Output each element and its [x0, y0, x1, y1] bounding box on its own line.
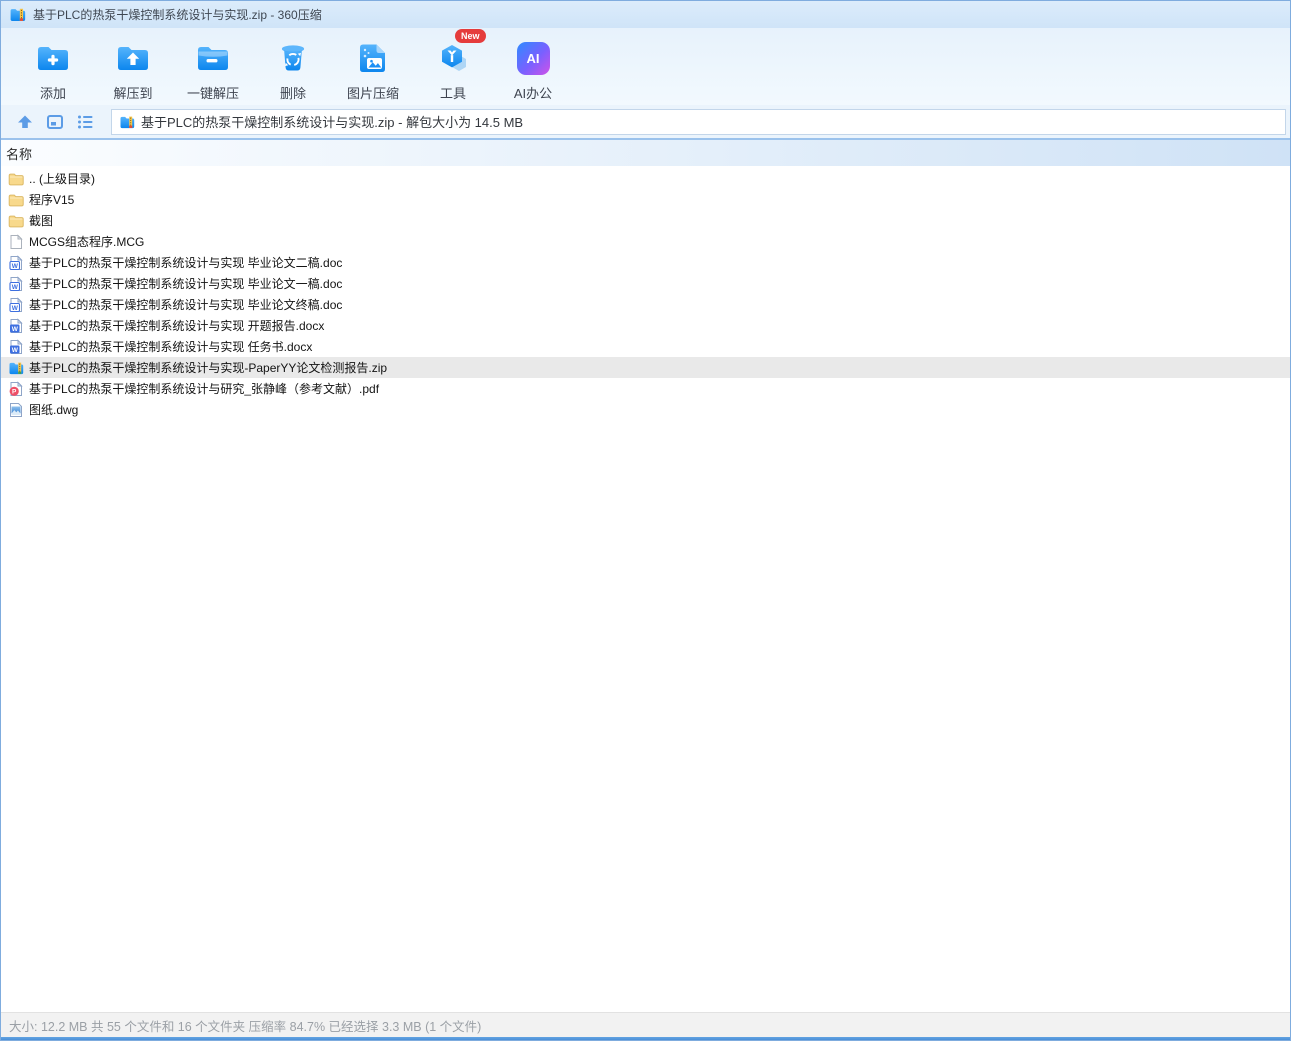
- list-item-pdf[interactable]: P 基于PLC的热泵干燥控制系统设计与研究_张静峰（参考文献）.pdf: [1, 378, 1290, 399]
- folder-icon: [8, 213, 24, 229]
- file-name: .. (上级目录): [29, 172, 95, 186]
- file-name: 基于PLC的热泵干燥控制系统设计与实现 毕业论文一稿.doc: [29, 277, 343, 291]
- list-item-dwg[interactable]: 图纸.dwg: [1, 399, 1290, 420]
- file-name: 程序V15: [29, 193, 75, 207]
- ai-office-button-label: AI办公: [513, 86, 553, 101]
- extract-to-folder-icon: [115, 38, 151, 78]
- tools-button[interactable]: New 工具: [413, 29, 493, 102]
- up-icon[interactable]: [13, 111, 37, 133]
- new-badge: New: [455, 29, 486, 43]
- image-compress-button-label: 图片压缩: [346, 86, 399, 101]
- svg-text:W: W: [12, 326, 19, 333]
- address-bar[interactable]: 基于PLC的热泵干燥控制系统设计与实现.zip - 解包大小为 14.5 MB: [111, 108, 1286, 135]
- archive-zip-icon: [119, 114, 135, 130]
- one-click-extract-button[interactable]: 一键解压: [173, 38, 253, 102]
- archive-zip-icon: [9, 6, 26, 23]
- word-doc-icon: W: [8, 275, 24, 292]
- one-click-extract-button-label: 一键解压: [186, 86, 239, 101]
- window-bottom-edge: [1, 1037, 1290, 1040]
- main-toolbar: 添加 解压到 一键解压 删除 图片压缩 New 工具 AI AI办公: [1, 28, 1290, 105]
- image-compress-button[interactable]: 图片压缩: [333, 38, 413, 102]
- file-name: 基于PLC的热泵干燥控制系统设计与研究_张静峰（参考文献）.pdf: [29, 382, 380, 396]
- add-folder-icon: [35, 38, 71, 78]
- tools-button-label: 工具: [439, 86, 466, 101]
- list-item-doc[interactable]: W 基于PLC的热泵干燥控制系统设计与实现 毕业论文二稿.doc: [1, 252, 1290, 273]
- list-item-zip-selected[interactable]: 基于PLC的热泵干燥控制系统设计与实现-PaperYY论文检测报告.zip: [1, 357, 1290, 378]
- word-docx-icon: W: [8, 317, 24, 334]
- file-name: 基于PLC的热泵干燥控制系统设计与实现 毕业论文终稿.doc: [29, 298, 343, 312]
- word-docx-icon: W: [8, 338, 24, 355]
- delete-trash-icon: [276, 38, 310, 78]
- svg-text:W: W: [12, 263, 19, 270]
- column-header-label: 名称: [6, 146, 33, 162]
- navigation-bar: 基于PLC的热泵干燥控制系统设计与实现.zip - 解包大小为 14.5 MB: [1, 105, 1290, 140]
- svg-text:P: P: [12, 388, 17, 395]
- app-window: 基于PLC的热泵干燥控制系统设计与实现.zip - 360压缩 添加 解压到 一…: [0, 0, 1291, 1041]
- one-click-extract-icon: [195, 38, 231, 78]
- add-button[interactable]: 添加: [13, 38, 93, 102]
- delete-button-label: 删除: [279, 86, 306, 101]
- file-name: 图纸.dwg: [29, 403, 79, 417]
- file-name: 截图: [29, 214, 54, 228]
- generic-file-icon: [8, 233, 24, 250]
- extract-to-button-label: 解压到: [113, 86, 153, 101]
- ai-icon-text: AI: [516, 41, 550, 75]
- file-name: 基于PLC的热泵干燥控制系统设计与实现-PaperYY论文检测报告.zip: [29, 361, 388, 375]
- list-item-file[interactable]: MCGS组态程序.MCG: [1, 231, 1290, 252]
- add-button-label: 添加: [39, 86, 66, 101]
- list-item-doc[interactable]: W 基于PLC的热泵干燥控制系统设计与实现 毕业论文一稿.doc: [1, 273, 1290, 294]
- file-name: 基于PLC的热泵干燥控制系统设计与实现 任务书.docx: [29, 340, 313, 354]
- file-name: MCGS组态程序.MCG: [29, 235, 145, 249]
- svg-text:W: W: [12, 284, 19, 291]
- archive-zip-icon: [8, 360, 24, 376]
- list-view-icon[interactable]: [73, 111, 97, 133]
- folder-icon: [8, 192, 24, 208]
- dwg-file-icon: [8, 402, 24, 418]
- address-text: 基于PLC的热泵干燥控制系统设计与实现.zip - 解包大小为 14.5 MB: [141, 115, 524, 130]
- title-bar[interactable]: 基于PLC的热泵干燥控制系统设计与实现.zip - 360压缩: [1, 1, 1290, 28]
- status-bar: 大小: 12.2 MB 共 55 个文件和 16 个文件夹 压缩率 84.7% …: [1, 1012, 1290, 1037]
- image-compress-icon: [356, 38, 390, 78]
- window-title: 基于PLC的热泵干燥控制系统设计与实现.zip - 360压缩: [33, 8, 322, 22]
- tools-icon: New: [435, 29, 486, 78]
- word-doc-icon: W: [8, 254, 24, 271]
- file-list: .. (上级目录) 程序V15 截图 MCGS组态程序.MCG W 基于PLC的…: [1, 166, 1290, 1012]
- list-item-docx[interactable]: W 基于PLC的热泵干燥控制系统设计与实现 开题报告.docx: [1, 315, 1290, 336]
- column-header-name[interactable]: 名称: [1, 140, 1290, 166]
- pdf-file-icon: P: [8, 380, 24, 397]
- folder-icon: [8, 171, 24, 187]
- svg-text:W: W: [12, 305, 19, 312]
- status-text: 大小: 12.2 MB 共 55 个文件和 16 个文件夹 压缩率 84.7% …: [9, 1019, 482, 1034]
- list-item-folder[interactable]: 截图: [1, 210, 1290, 231]
- list-item-parent-dir[interactable]: .. (上级目录): [1, 168, 1290, 189]
- ai-office-icon: AI: [516, 38, 550, 78]
- list-item-folder[interactable]: 程序V15: [1, 189, 1290, 210]
- file-name: 基于PLC的热泵干燥控制系统设计与实现 毕业论文二稿.doc: [29, 256, 343, 270]
- view-mode-icon[interactable]: [43, 111, 67, 133]
- delete-button[interactable]: 删除: [253, 38, 333, 102]
- list-item-doc[interactable]: W 基于PLC的热泵干燥控制系统设计与实现 毕业论文终稿.doc: [1, 294, 1290, 315]
- ai-office-button[interactable]: AI AI办公: [493, 38, 573, 102]
- word-doc-icon: W: [8, 296, 24, 313]
- list-item-docx[interactable]: W 基于PLC的热泵干燥控制系统设计与实现 任务书.docx: [1, 336, 1290, 357]
- extract-to-button[interactable]: 解压到: [93, 38, 173, 102]
- svg-text:W: W: [12, 347, 19, 354]
- file-name: 基于PLC的热泵干燥控制系统设计与实现 开题报告.docx: [29, 319, 325, 333]
